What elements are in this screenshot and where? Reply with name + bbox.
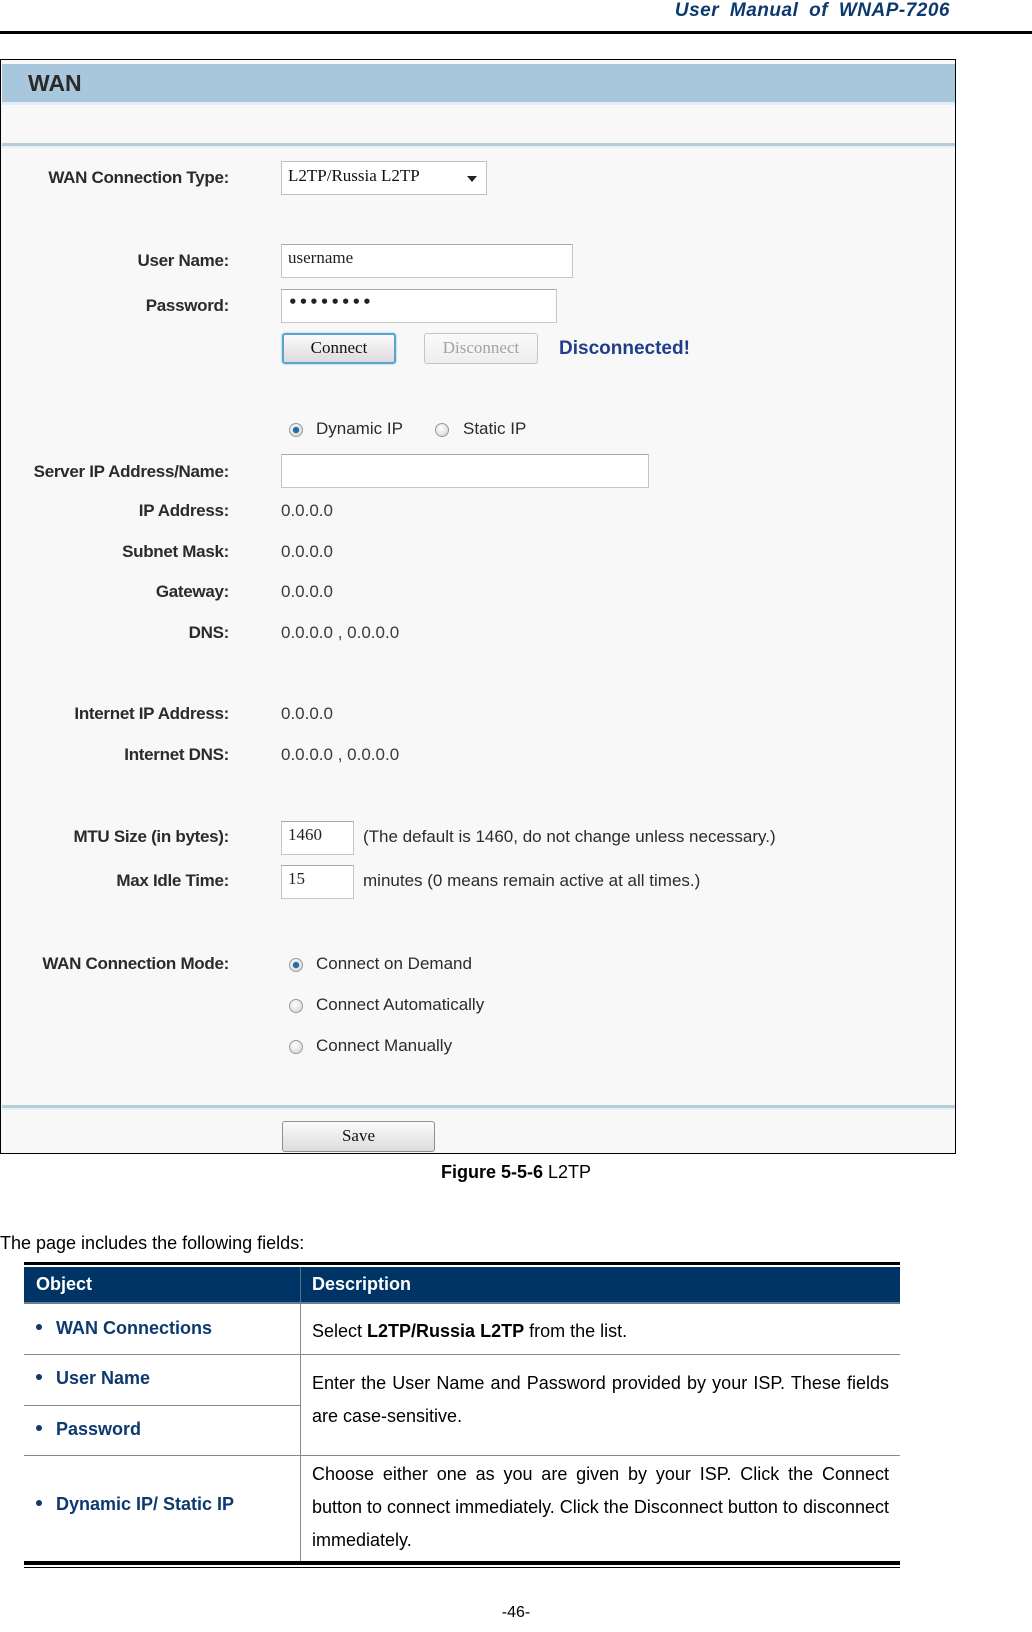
table-header: Object Description	[24, 1267, 900, 1304]
connection-mode-label: WAN Connection Mode:	[42, 954, 229, 973]
intro-text: The page includes the following fields:	[0, 1233, 305, 1253]
ip-address-value: 0.0.0.0	[281, 501, 333, 520]
gateway-label: Gateway:	[155, 582, 229, 601]
static-ip-label: Static IP	[463, 419, 527, 438]
table-row-description: Choose either one as you are given by yo…	[312, 1464, 889, 1550]
header-separator	[2, 143, 955, 148]
internet-ip-value: 0.0.0.0	[281, 704, 333, 723]
row-divider	[24, 1455, 900, 1456]
table-row-object: WAN Connections	[36, 1318, 212, 1339]
bullet-icon	[36, 1500, 42, 1507]
disconnect-button[interactable]: Disconnect	[424, 333, 538, 364]
row-divider	[24, 1354, 900, 1355]
dynamic-ip-radio[interactable]	[289, 423, 303, 437]
row-divider	[24, 1405, 300, 1406]
bullet-icon	[36, 1374, 42, 1381]
table-row-description: Select L2TP/Russia L2TP from the list.	[312, 1321, 628, 1341]
mtu-label: MTU Size (in bytes):	[73, 827, 229, 846]
bullet-icon	[36, 1324, 42, 1331]
table-bottom-rule-thin	[24, 1567, 900, 1568]
wan-connection-type-label: WAN Connection Type:	[48, 168, 229, 187]
document-header-title: User Manual of WNAP-7206	[674, 0, 950, 21]
figure-caption-number: Figure 5-5-6	[440, 1162, 543, 1182]
connect-automatically-radio[interactable]	[289, 999, 303, 1013]
panel-header: WAN	[2, 64, 955, 105]
table-row-description: Enter the User Name and Password provide…	[312, 1373, 889, 1426]
footer-separator	[2, 1105, 955, 1110]
connect-on-demand-label: Connect on Demand	[316, 954, 472, 973]
column-divider	[300, 1304, 301, 1561]
mtu-input[interactable]: 1460	[281, 821, 354, 855]
connect-automatically-label: Connect Automatically	[316, 995, 485, 1014]
gateway-value: 0.0.0.0	[281, 582, 333, 601]
figure-caption: Figure 5-5-6 L2TP	[0, 1162, 1032, 1183]
dynamic-ip-label: Dynamic IP	[316, 419, 403, 438]
panel-title: WAN	[28, 70, 82, 96]
save-button[interactable]: Save	[282, 1121, 435, 1152]
table-bottom-rule	[24, 1561, 900, 1565]
server-ip-input[interactable]	[281, 454, 649, 488]
max-idle-label: Max Idle Time:	[116, 871, 229, 890]
password-label: Password:	[145, 296, 230, 315]
dns-value: 0.0.0.0 , 0.0.0.0	[281, 623, 400, 642]
wan-settings-figure: WAN WAN Connection Type: L2TP/Russia L2T…	[0, 59, 956, 1154]
password-input[interactable]: ••••••••	[281, 289, 557, 323]
subnet-mask-value: 0.0.0.0	[281, 542, 333, 561]
table-top-rule	[24, 1262, 900, 1265]
wan-connection-type-select[interactable]: L2TP/Russia L2TP	[281, 161, 487, 195]
table-row-object: Password	[36, 1419, 141, 1440]
connect-on-demand-radio[interactable]	[289, 958, 303, 972]
table-row-object: Dynamic IP/ Static IP	[36, 1494, 234, 1515]
subnet-mask-label: Subnet Mask:	[122, 542, 229, 561]
internet-ip-label: Internet IP Address:	[74, 704, 229, 723]
header-description: Description	[312, 1274, 412, 1294]
server-ip-label: Server IP Address/Name:	[33, 462, 230, 481]
dns-label: DNS:	[188, 623, 230, 642]
internet-dns-label: Internet DNS:	[124, 745, 229, 764]
chevron-down-icon	[467, 176, 477, 182]
internet-dns-value: 0.0.0.0 , 0.0.0.0	[281, 745, 400, 764]
static-ip-radio[interactable]	[435, 423, 449, 437]
connect-manually-radio[interactable]	[289, 1040, 303, 1054]
header-column-divider	[300, 1267, 301, 1302]
mtu-hint: (The default is 1460, do not change unle…	[363, 827, 776, 846]
connect-button[interactable]: Connect	[282, 333, 396, 364]
wan-connection-type-value: L2TP/Russia L2TP	[288, 166, 420, 185]
connect-manually-label: Connect Manually	[316, 1036, 453, 1055]
user-name-input[interactable]: username	[281, 244, 573, 278]
user-name-label: User Name:	[137, 251, 230, 270]
ip-address-label: IP Address:	[138, 501, 230, 520]
connection-status: Disconnected!	[559, 338, 690, 359]
table-row-object: User Name	[36, 1368, 150, 1389]
header-rule	[0, 31, 1032, 34]
figure-caption-text: L2TP	[543, 1162, 592, 1182]
page-number: -46-	[501, 1604, 531, 1621]
header-object: Object	[36, 1274, 93, 1294]
max-idle-hint: minutes (0 means remain active at all ti…	[363, 871, 701, 890]
max-idle-input[interactable]: 15	[281, 865, 354, 899]
bullet-icon	[36, 1425, 42, 1432]
